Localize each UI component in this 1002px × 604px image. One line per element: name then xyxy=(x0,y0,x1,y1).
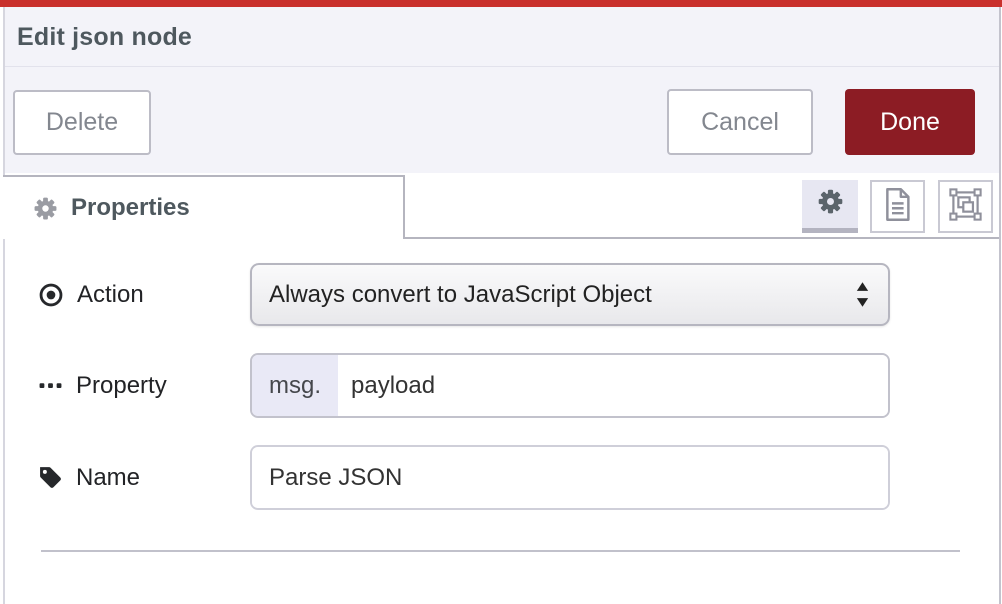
section-divider xyxy=(41,550,960,552)
properties-tab-button[interactable] xyxy=(802,180,858,233)
name-row: Name xyxy=(38,445,890,510)
dialog-accent-bar xyxy=(0,0,1002,7)
action-label-group: Action xyxy=(38,281,250,309)
property-row: Property msg. xyxy=(38,353,890,418)
property-field: msg. xyxy=(250,353,890,418)
property-input[interactable] xyxy=(338,355,888,416)
delete-button[interactable]: Delete xyxy=(13,90,151,155)
appearance-tab-button[interactable] xyxy=(938,180,993,233)
document-icon xyxy=(883,187,912,227)
msg-prefix[interactable]: msg. xyxy=(252,355,338,416)
cancel-button-label: Cancel xyxy=(701,108,779,137)
object-group-icon xyxy=(949,188,982,226)
tab-properties-label: Properties xyxy=(71,194,190,222)
dialog-right-border xyxy=(999,7,1001,604)
done-button[interactable]: Done xyxy=(845,89,975,155)
tab-properties[interactable]: Properties xyxy=(3,175,405,239)
select-arrows-icon xyxy=(855,281,870,308)
action-label: Action xyxy=(77,281,144,309)
name-input[interactable] xyxy=(252,447,888,508)
tab-bar: Properties xyxy=(5,173,999,239)
description-tab-button[interactable] xyxy=(870,180,925,233)
dialog-title: Edit json node xyxy=(17,23,192,52)
action-select[interactable]: Always convert to JavaScript Object xyxy=(250,263,890,326)
ellipsis-icon xyxy=(38,373,63,398)
action-select-value: Always convert to JavaScript Object xyxy=(269,281,652,309)
done-button-label: Done xyxy=(880,108,940,137)
dot-circle-icon xyxy=(38,282,64,308)
gear-icon xyxy=(817,188,844,220)
tag-icon xyxy=(38,465,63,490)
header-divider xyxy=(5,66,999,67)
property-label: Property xyxy=(76,372,167,400)
delete-button-label: Delete xyxy=(46,108,118,137)
cancel-button[interactable]: Cancel xyxy=(667,89,813,155)
name-label: Name xyxy=(76,464,140,492)
name-field xyxy=(250,445,890,510)
gear-icon xyxy=(33,196,58,221)
action-row: Action Always convert to JavaScript Obje… xyxy=(38,263,890,326)
dialog-left-border xyxy=(3,7,5,604)
property-label-group: Property xyxy=(38,372,250,400)
name-label-group: Name xyxy=(38,464,250,492)
tab-bar-bottom-border xyxy=(405,237,999,239)
